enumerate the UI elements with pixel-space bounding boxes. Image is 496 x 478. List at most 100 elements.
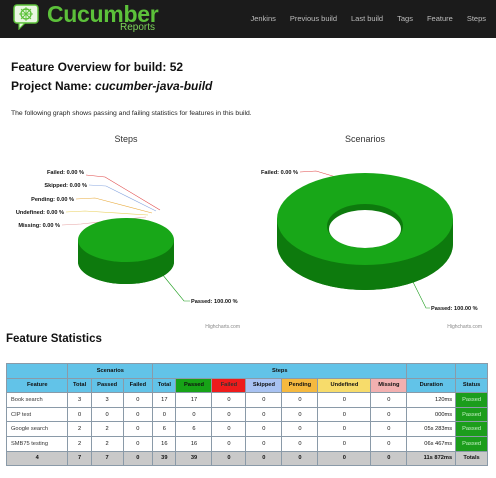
cell-steps-skipped: 0 bbox=[245, 435, 283, 452]
col-header-steps-failed[interactable]: Failed bbox=[211, 377, 247, 394]
totals-scenarios-passed: 7 bbox=[90, 450, 124, 467]
cucumber-logo-icon bbox=[13, 4, 39, 30]
steps-undefined-leader bbox=[65, 210, 149, 216]
feature-link[interactable]: Google search bbox=[5, 421, 69, 437]
feature-statistics-table: Scenarios Steps Feature Total Passed Fai… bbox=[5, 363, 488, 467]
cell-steps-failed: 0 bbox=[211, 406, 247, 423]
feature-link[interactable]: CIP test bbox=[5, 406, 69, 423]
feature-link[interactable]: SMB75 testing bbox=[5, 435, 69, 452]
top-navigation-bar: Cucumber Reports Jenkins Previous build … bbox=[0, 0, 496, 38]
table-row: SMB75 testing 2 2 0 16 16 0 0 0 0 0 06s … bbox=[5, 435, 488, 452]
status-badge: Passed bbox=[455, 421, 488, 437]
steps-label-undefined: Undefined: 0.00 % bbox=[16, 210, 64, 216]
cell-steps-missing: 0 bbox=[370, 421, 408, 437]
cell-steps-skipped: 0 bbox=[245, 392, 283, 408]
col-header-steps-undefined[interactable]: Undefined bbox=[317, 377, 372, 394]
col-header-steps-pending[interactable]: Pending bbox=[281, 377, 319, 394]
cell-duration: 05s 283ms bbox=[406, 421, 457, 437]
logo-subtitle: Reports bbox=[120, 22, 156, 33]
scenarios-chart-title: Scenarios bbox=[345, 134, 386, 144]
scenarios-donut-hole bbox=[329, 210, 401, 248]
totals-steps-passed: 39 bbox=[175, 450, 213, 467]
steps-passed-leader bbox=[161, 273, 190, 302]
steps-skipped-leader bbox=[88, 184, 157, 212]
nav-link-previous-build[interactable]: Previous build bbox=[290, 14, 337, 23]
cell-scenarios-total: 2 bbox=[67, 435, 92, 452]
cell-steps-passed: 17 bbox=[175, 392, 213, 408]
steps-pie-slice-passed[interactable] bbox=[78, 218, 174, 262]
col-header-steps-missing[interactable]: Missing bbox=[370, 377, 408, 394]
cell-steps-undefined: 0 bbox=[317, 406, 372, 423]
col-header-scenarios-failed[interactable]: Failed bbox=[122, 377, 154, 394]
steps-label-missing: Missing: 0.00 % bbox=[18, 223, 60, 229]
totals-steps-missing: 0 bbox=[370, 450, 408, 467]
col-header-duration[interactable]: Duration bbox=[406, 377, 457, 394]
scenarios-label-failed: Failed: 0.00 % bbox=[261, 170, 298, 176]
cell-steps-total: 16 bbox=[152, 435, 177, 452]
col-header-feature[interactable]: Feature bbox=[5, 377, 69, 394]
cell-steps-undefined: 0 bbox=[317, 392, 372, 408]
cell-steps-skipped: 0 bbox=[245, 406, 283, 423]
cell-steps-passed: 16 bbox=[175, 435, 213, 452]
status-badge: Passed bbox=[455, 435, 488, 452]
col-header-steps-passed[interactable]: Passed bbox=[175, 377, 213, 394]
table-row: Google search 2 2 0 6 6 0 0 0 0 0 05s 28… bbox=[5, 421, 488, 437]
header-group-steps: Steps bbox=[152, 363, 408, 379]
scenarios-donut-chart: Scenarios Failed: 0.00 % Passed: 100.00 … bbox=[261, 134, 482, 330]
cell-steps-skipped: 0 bbox=[245, 421, 283, 437]
steps-pending-leader bbox=[75, 197, 153, 214]
table-row: CIP test 0 0 0 0 0 0 0 0 0 0 000ms Passe… bbox=[5, 406, 488, 423]
cell-scenarios-total: 3 bbox=[67, 392, 92, 408]
totals-feature-count: 4 bbox=[5, 450, 69, 467]
totals-scenarios-total: 7 bbox=[67, 450, 92, 467]
table-column-header-row: Feature Total Passed Failed Total Passed… bbox=[5, 377, 488, 394]
col-header-steps-skipped[interactable]: Skipped bbox=[245, 377, 283, 394]
nav-link-last-build[interactable]: Last build bbox=[351, 14, 383, 23]
col-header-scenarios-passed[interactable]: Passed bbox=[90, 377, 124, 394]
cell-steps-failed: 0 bbox=[211, 421, 247, 437]
cell-steps-undefined: 0 bbox=[317, 421, 372, 437]
cell-scenarios-failed: 0 bbox=[122, 435, 154, 452]
cell-scenarios-passed: 2 bbox=[90, 435, 124, 452]
steps-failed-leader bbox=[85, 174, 161, 211]
cell-steps-pending: 0 bbox=[281, 435, 319, 452]
col-header-steps-total[interactable]: Total bbox=[152, 377, 177, 394]
nav-link-steps[interactable]: Steps bbox=[467, 14, 486, 23]
totals-duration: 11s 872ms bbox=[406, 450, 457, 467]
cell-steps-total: 17 bbox=[152, 392, 177, 408]
status-badge: Passed bbox=[455, 392, 488, 408]
cell-steps-failed: 0 bbox=[211, 435, 247, 452]
cell-scenarios-failed: 0 bbox=[122, 406, 154, 423]
totals-steps-skipped: 0 bbox=[245, 450, 283, 467]
table-totals-row: 4 7 7 0 39 39 0 0 0 0 0 11s 872ms Totals bbox=[5, 450, 488, 467]
cell-scenarios-failed: 0 bbox=[122, 421, 154, 437]
feature-link[interactable]: Book search bbox=[5, 392, 69, 408]
cell-steps-undefined: 0 bbox=[317, 435, 372, 452]
steps-pie-chart: Steps Failed: 0.00 % Skipped: 0.00 % Pen… bbox=[16, 134, 240, 330]
steps-chart-credit[interactable]: Highcharts.com bbox=[205, 324, 240, 330]
header-group-scenarios: Scenarios bbox=[67, 363, 154, 379]
header-blank-status bbox=[455, 363, 488, 379]
scenarios-chart-credit[interactable]: Highcharts.com bbox=[447, 324, 482, 330]
status-badge: Passed bbox=[455, 406, 488, 423]
cell-steps-total: 0 bbox=[152, 406, 177, 423]
project-label: Project Name: bbox=[11, 79, 96, 93]
col-header-scenarios-total[interactable]: Total bbox=[67, 377, 92, 394]
chart-description: The following graph shows passing and fa… bbox=[11, 110, 252, 117]
cell-scenarios-total: 2 bbox=[67, 421, 92, 437]
table-group-header-row: Scenarios Steps bbox=[5, 363, 488, 379]
cell-steps-pending: 0 bbox=[281, 392, 319, 408]
nav-link-jenkins[interactable]: Jenkins bbox=[250, 14, 275, 23]
cell-scenarios-total: 0 bbox=[67, 406, 92, 423]
cell-steps-total: 6 bbox=[152, 421, 177, 437]
cell-scenarios-passed: 0 bbox=[90, 406, 124, 423]
cell-scenarios-failed: 0 bbox=[122, 392, 154, 408]
cell-scenarios-passed: 2 bbox=[90, 421, 124, 437]
totals-steps-failed: 0 bbox=[211, 450, 247, 467]
col-header-status[interactable]: Status bbox=[455, 377, 488, 394]
nav-link-feature[interactable]: Feature bbox=[427, 14, 453, 23]
nav-link-tags[interactable]: Tags bbox=[397, 14, 413, 23]
cell-steps-missing: 0 bbox=[370, 392, 408, 408]
steps-label-passed: Passed: 100.00 % bbox=[191, 299, 238, 305]
steps-label-skipped: Skipped: 0.00 % bbox=[44, 183, 87, 189]
